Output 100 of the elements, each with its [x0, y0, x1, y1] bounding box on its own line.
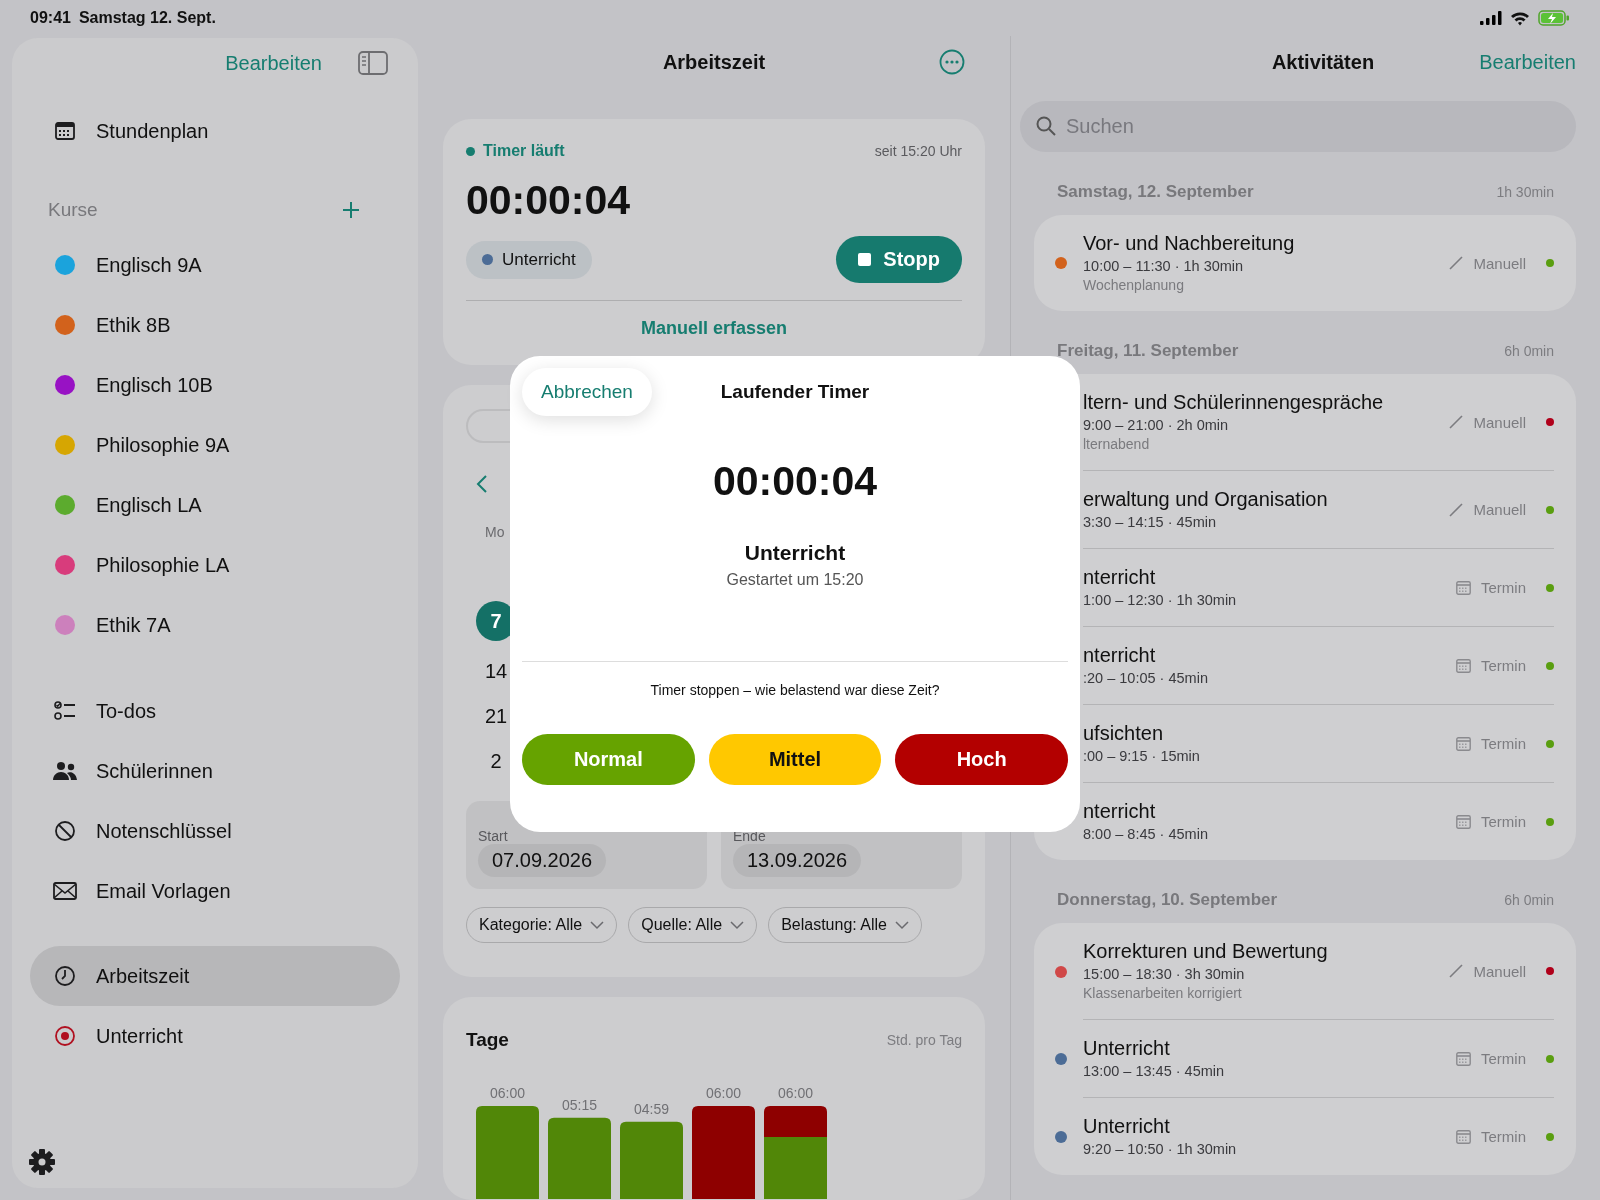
date-field[interactable]: 13.09.2026	[733, 844, 862, 877]
settings-icon[interactable]	[28, 1148, 56, 1176]
activity-title: nterricht	[1083, 565, 1157, 590]
course-item[interactable]: Ethik 7A	[30, 595, 400, 655]
activity-time: 9:20 – 10:50 · 1h 30min	[1083, 1140, 1238, 1159]
timer-since: seit 15:20 Uhr	[874, 143, 962, 159]
signal-icon	[1480, 11, 1502, 25]
source-label: Manuell	[1473, 254, 1526, 272]
activity-time: 8:00 – 8:45 · 45min	[1083, 825, 1209, 844]
stop-button[interactable]: Stopp	[836, 236, 962, 283]
activity-time: 9:00 – 21:00 · 2h 0min	[1083, 416, 1230, 435]
calendar-icon	[1456, 736, 1471, 751]
chevron-down-icon	[730, 920, 745, 930]
sidebar-item[interactable]: Unterricht	[30, 1006, 400, 1066]
status-date: Samstag 12. Sept.	[78, 9, 216, 27]
calendar-icon	[54, 120, 76, 142]
section-heading: Kurse	[48, 199, 98, 221]
course-item[interactable]: Philosophie LA	[30, 535, 400, 595]
activity-time: 3:30 – 14:15 · 45min	[1083, 513, 1217, 532]
timer-display: 00:00:04	[712, 458, 878, 505]
chevron-down-icon	[590, 920, 605, 930]
card-title: Tage	[466, 1029, 509, 1051]
course-item[interactable]: Ethik 8B	[30, 295, 400, 355]
activity-title: Korrekturen und Bewertung	[1083, 939, 1329, 964]
day-heading: Samstag, 12. September	[1057, 182, 1254, 202]
activity-time: :20 – 10:05 · 45min	[1083, 669, 1209, 688]
course-item[interactable]: Englisch LA	[30, 475, 400, 535]
chevron-left-icon[interactable]	[476, 474, 488, 494]
bar-value-label: 05:15	[562, 1096, 597, 1113]
dialog-title: Laufender Timer	[720, 381, 870, 403]
sidebar-item[interactable]: To-dos	[30, 681, 400, 741]
timer-status: Timer läuft	[466, 142, 565, 160]
search-field[interactable]: Suchen	[1020, 101, 1576, 152]
status-time: 09:41	[30, 9, 71, 27]
cancel-button[interactable]: Abbrechen	[522, 368, 652, 416]
source-label: Termin	[1481, 579, 1526, 596]
mail-icon	[53, 882, 77, 900]
activity-time: 10:00 – 11:30 · 1h 30min	[1083, 257, 1245, 276]
calendar-icon	[1456, 580, 1471, 595]
bar-value-label: 06:00	[706, 1085, 741, 1101]
more-icon[interactable]	[939, 49, 965, 75]
people-icon	[52, 761, 78, 781]
course-item[interactable]: Englisch 10B	[30, 355, 400, 415]
activity-title: Unterricht	[1083, 1036, 1171, 1061]
sidebar-item[interactable]: Email Vorlagen	[30, 861, 400, 921]
activity-time: 1:00 – 12:30 · 1h 30min	[1083, 591, 1238, 610]
day-total: 6h 0min	[1504, 892, 1554, 908]
sidebar-item[interactable]: Schülerinnen	[30, 741, 400, 801]
day-total: 1h 30min	[1496, 184, 1554, 200]
activity-title: ltern- und Schülerinnengespräche	[1083, 390, 1385, 415]
clock-icon	[54, 965, 76, 987]
activity-title: Unterricht	[1083, 1114, 1171, 1139]
date-label: Start	[478, 828, 509, 844]
stop-question: Timer stoppen – wie belastend war diese Zeit?	[650, 682, 940, 698]
stop-icon	[858, 253, 872, 266]
checklist-icon	[53, 700, 77, 722]
source-label: Termin	[1481, 1128, 1526, 1145]
activity-time: 13:00 – 13:45 · 45min	[1083, 1062, 1226, 1081]
source-label: Manuell	[1473, 501, 1526, 518]
course-item[interactable]: Englisch 9A	[30, 235, 400, 295]
bar-value-label: 04:59	[634, 1100, 669, 1117]
activity-note: lternabend	[1083, 435, 1151, 454]
source-label: Termin	[1481, 813, 1526, 830]
activity-title: Vor- und Nachbereitung	[1083, 231, 1296, 256]
calendar-icon	[1456, 658, 1471, 673]
panel-title: Aktivitäten	[1271, 50, 1375, 74]
date-field[interactable]: 07.09.2026	[478, 844, 607, 877]
course-item[interactable]: Philosophie 9A	[30, 415, 400, 475]
sidebar-toggle-icon[interactable]	[358, 51, 388, 75]
source-label: Termin	[1481, 657, 1526, 674]
day-heading: Donnerstag, 10. September	[1057, 890, 1278, 910]
bar-value-label: 06:00	[490, 1085, 525, 1101]
day-total: 6h 0min	[1504, 343, 1554, 359]
sidebar-item[interactable]: Stundenplan	[30, 101, 400, 161]
sidebar-item[interactable]: Notenschlüssel	[30, 801, 400, 861]
prohibited-icon	[54, 820, 76, 842]
search-icon	[1036, 116, 1056, 136]
day-heading: Freitag, 11. September	[1057, 341, 1239, 361]
start-time: Gestartet um 15:20	[726, 571, 864, 589]
target-icon	[54, 1025, 76, 1047]
activity-title: erwaltung und Organisation	[1083, 487, 1329, 512]
chart-unit-label: Std. pro Tag	[886, 1032, 962, 1048]
source-label: Manuell	[1473, 962, 1526, 980]
activity-time: 15:00 – 18:30 · 3h 30min	[1083, 965, 1246, 984]
timer-display: 00:00:04	[466, 176, 632, 225]
category-chip: Unterricht	[466, 240, 592, 279]
load-option-button[interactable]: Mittel	[708, 734, 882, 785]
sidebar-item[interactable]: Arbeitszeit	[30, 946, 400, 1006]
plus-icon[interactable]	[342, 201, 360, 219]
source-label: Termin	[1481, 735, 1526, 752]
activity-title: nterricht	[1083, 643, 1157, 668]
load-option-button[interactable]: Hoch	[895, 734, 1068, 785]
activity-note: Klassenarbeiten korrigiert	[1083, 984, 1243, 1003]
battery-icon	[1538, 10, 1570, 26]
activity-note: Wochenplanung	[1083, 276, 1185, 295]
page-title: Arbeitszeit	[662, 50, 766, 74]
activity-time: :00 – 9:15 · 15min	[1083, 747, 1201, 766]
timer-category: Unterricht	[744, 541, 846, 565]
source-label: Termin	[1481, 1050, 1526, 1067]
bar-value-label: 06:00	[778, 1085, 813, 1101]
